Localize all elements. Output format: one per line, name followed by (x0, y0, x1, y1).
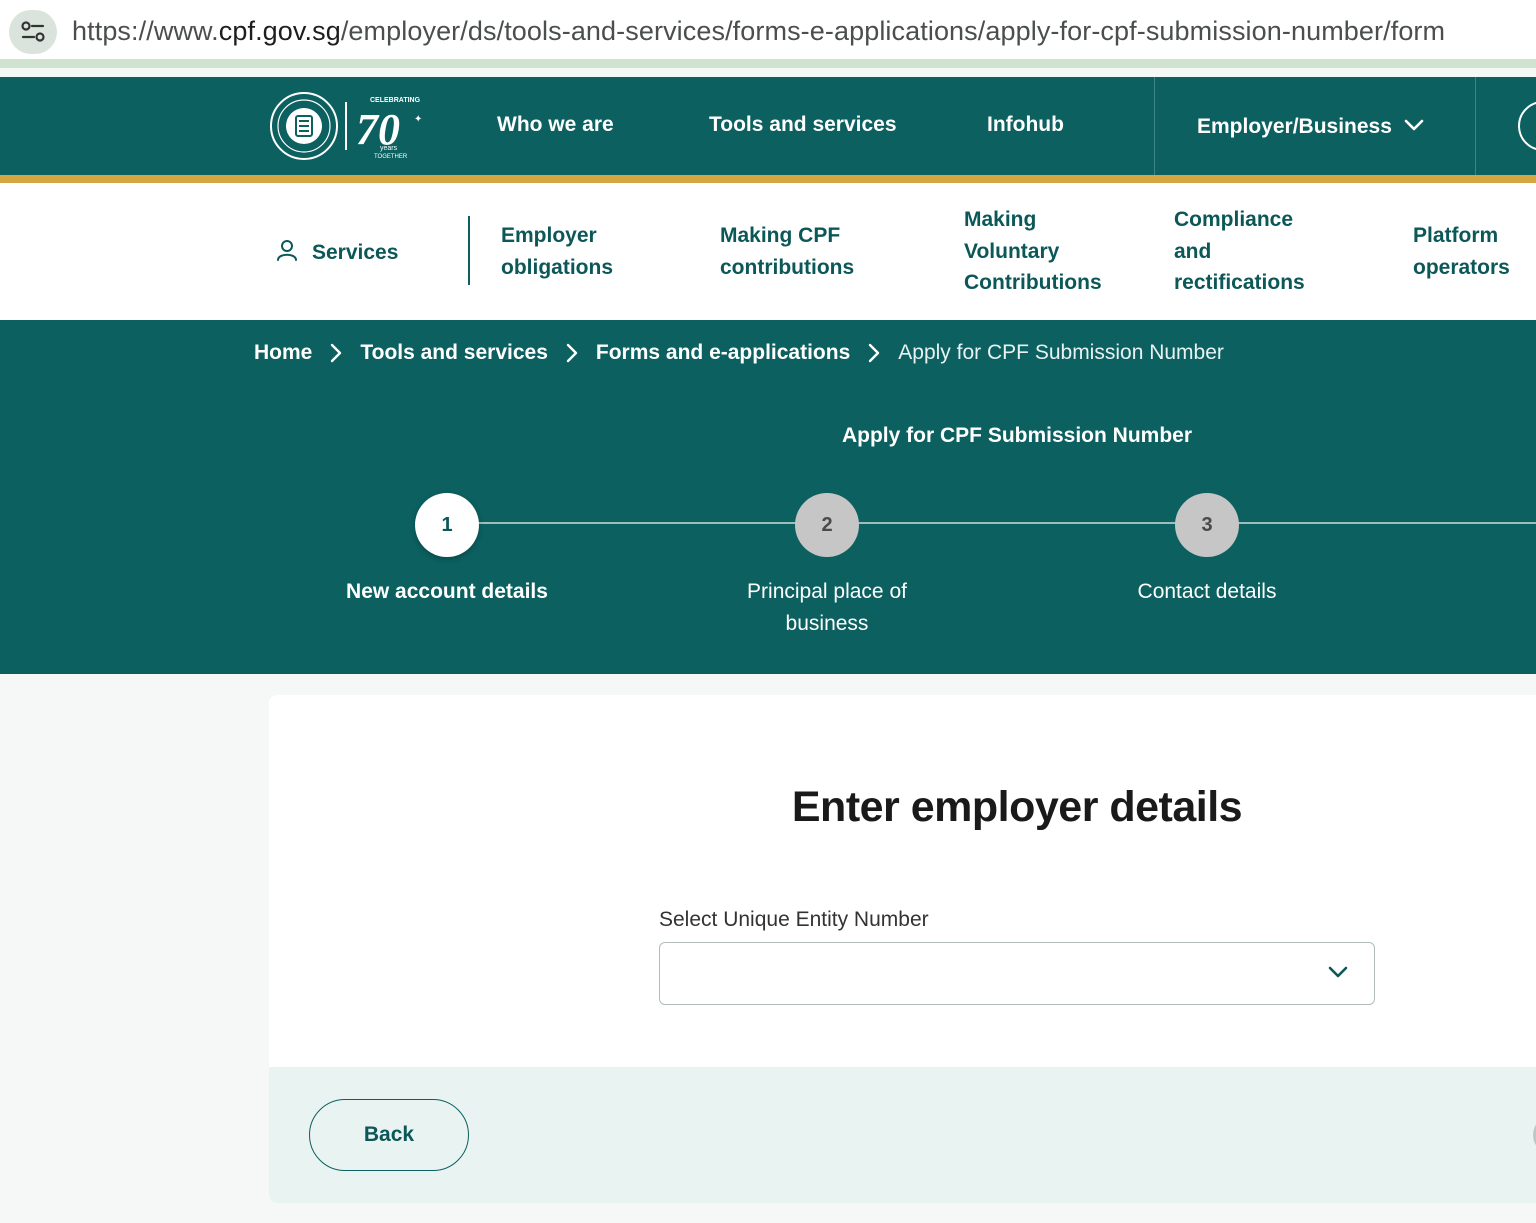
subnav-label-line: rectifications (1174, 271, 1305, 294)
subnav-label-line: Voluntary (964, 239, 1060, 263)
chevron-right-icon (566, 343, 578, 363)
form-footer: Back (269, 1067, 1536, 1203)
subnav-making-cpf-contributions[interactable]: Making CPF contributions (720, 220, 854, 283)
subnav-compliance-and-rectifications[interactable]: Compliance and rectifications (1174, 204, 1305, 299)
subnav-label-line: Contributions (964, 271, 1102, 294)
subnav-label-line: Making (964, 208, 1037, 231)
step-1-indicator: 1 (415, 493, 479, 557)
subnav-label-line: Compliance (1174, 208, 1294, 231)
top-navigation: 70 CELEBRATING years TOGETHER ✦ Who we a… (0, 77, 1536, 175)
chevron-right-icon (330, 343, 342, 363)
subnav-label-line: contributions (720, 255, 855, 279)
subnav-label-line: Making CPF (720, 224, 841, 247)
subnav-label-line: operators (1413, 255, 1510, 279)
subnav-employer-obligations[interactable]: Employer obligations (501, 220, 613, 283)
services-label: Services (312, 241, 399, 264)
subnav-making-voluntary-contributions[interactable]: Making Voluntary Contributions (964, 204, 1102, 299)
nav-infohub[interactable]: Infohub (987, 113, 1064, 137)
chevron-down-icon (1328, 965, 1348, 984)
chevron-right-icon (868, 343, 880, 363)
nav-separator (1154, 77, 1155, 175)
breadcrumb-home[interactable]: Home (254, 341, 312, 365)
subnav-label-line: Employer (501, 224, 597, 247)
back-button[interactable]: Back (309, 1099, 469, 1171)
subnav-label-line: Platform (1413, 224, 1499, 247)
tune-icon[interactable] (9, 10, 57, 54)
form-header: Home Tools and services Forms and e-appl… (0, 320, 1536, 674)
step-1-label: New account details (346, 580, 548, 603)
breadcrumb: Home Tools and services Forms and e-appl… (254, 341, 1224, 365)
step-connector (478, 522, 796, 524)
subnav-label-line: obligations (501, 255, 613, 279)
page-heading: Enter employer details (791, 783, 1243, 831)
cpf-70-years-logo[interactable]: 70 CELEBRATING years TOGETHER ✦ (268, 88, 428, 164)
chevron-down-icon (1404, 113, 1424, 137)
audience-label: Employer/Business (1197, 115, 1392, 138)
step-connector (858, 522, 1176, 524)
audience-dropdown[interactable]: Employer/Business (1197, 113, 1424, 139)
language-toggle-button[interactable] (1518, 101, 1536, 151)
svg-text:CELEBRATING: CELEBRATING (370, 97, 421, 104)
nav-separator (1475, 77, 1476, 175)
browser-address-bar: https://www.cpf.gov.sg/employer/ds/tools… (0, 0, 1536, 68)
form-card: Enter employer details Select Unique Ent… (269, 695, 1536, 1203)
step-connector (1238, 522, 1536, 524)
services-menu[interactable]: Services (276, 238, 398, 268)
step-2-label: Principal place of business (747, 580, 907, 635)
nav-tools-and-services[interactable]: Tools and services (709, 113, 897, 137)
breadcrumb-current: Apply for CPF Submission Number (898, 341, 1224, 364)
subnav-platform-operators[interactable]: Platform operators (1413, 220, 1510, 283)
svg-text:years: years (380, 145, 398, 152)
url-prefix: https://www. (72, 16, 219, 46)
breadcrumb-tools-and-services[interactable]: Tools and services (360, 341, 548, 365)
subnav-divider (468, 216, 470, 285)
secondary-navigation: Services Employer obligations Making CPF… (0, 183, 1536, 320)
url-path: /employer/ds/tools-and-services/forms-e-… (340, 16, 1446, 46)
uen-field-label: Select Unique Entity Number (659, 908, 929, 931)
url-host: cpf.gov.sg (218, 16, 341, 46)
step-3-label: Contact details (1137, 580, 1277, 603)
breadcrumb-forms-and-e-applications[interactable]: Forms and e-applications (596, 341, 850, 365)
uen-select[interactable] (659, 942, 1375, 1005)
svg-text:TOGETHER: TOGETHER (374, 154, 408, 160)
step-2-indicator: 2 (795, 493, 859, 557)
subnav-label-line: and (1174, 239, 1212, 263)
accent-bar (0, 175, 1536, 183)
step-3-indicator: 3 (1175, 493, 1239, 557)
svg-text:✦: ✦ (414, 114, 422, 125)
user-icon (276, 238, 298, 268)
nav-who-we-are[interactable]: Who we are (497, 113, 614, 137)
address-url[interactable]: https://www.cpf.gov.sg/employer/ds/tools… (72, 16, 1445, 47)
form-title: Apply for CPF Submission Number (841, 424, 1193, 447)
